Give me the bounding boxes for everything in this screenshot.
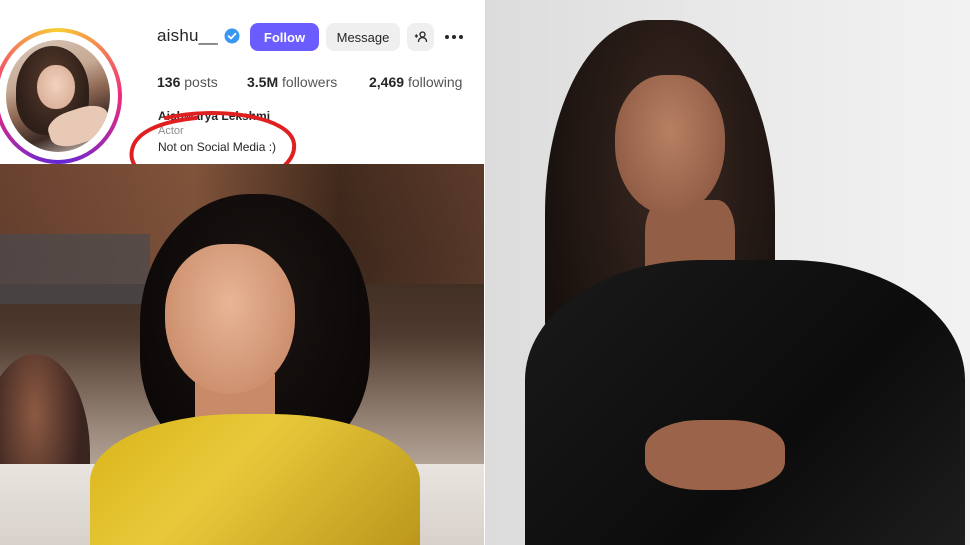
message-button[interactable]: Message bbox=[326, 23, 400, 51]
more-options-icon[interactable] bbox=[444, 29, 464, 45]
posts-count: 136 bbox=[157, 74, 181, 90]
username-row: aishu__ bbox=[157, 22, 240, 50]
posts-stat[interactable]: 136 posts bbox=[157, 74, 218, 92]
verified-icon bbox=[224, 28, 240, 44]
category-label: Actor bbox=[158, 125, 184, 137]
photo-yellow-saree bbox=[0, 164, 484, 545]
following-stat[interactable]: 2,469 following bbox=[369, 74, 462, 92]
bio-text: Not on Social Media :) bbox=[158, 140, 277, 154]
posts-label: posts bbox=[184, 74, 218, 90]
followers-stat[interactable]: 3.5M followers bbox=[247, 74, 337, 92]
profile-header: aishu__ Follow Message 136 posts 3.5M fo… bbox=[0, 0, 484, 164]
followers-label: followers bbox=[282, 74, 338, 90]
follow-button[interactable]: Follow bbox=[250, 23, 319, 51]
avatar[interactable] bbox=[0, 28, 122, 164]
following-count: 2,469 bbox=[369, 74, 405, 90]
avatar-photo bbox=[6, 40, 110, 152]
username: aishu__ bbox=[157, 26, 218, 45]
following-label: following bbox=[407, 74, 463, 90]
full-name: Aishwarya Lekshmi bbox=[158, 109, 271, 123]
followers-count: 3.5M bbox=[247, 74, 279, 90]
add-user-button[interactable] bbox=[407, 23, 434, 51]
add-user-icon bbox=[414, 31, 427, 43]
photo-black-blazer bbox=[485, 0, 970, 545]
